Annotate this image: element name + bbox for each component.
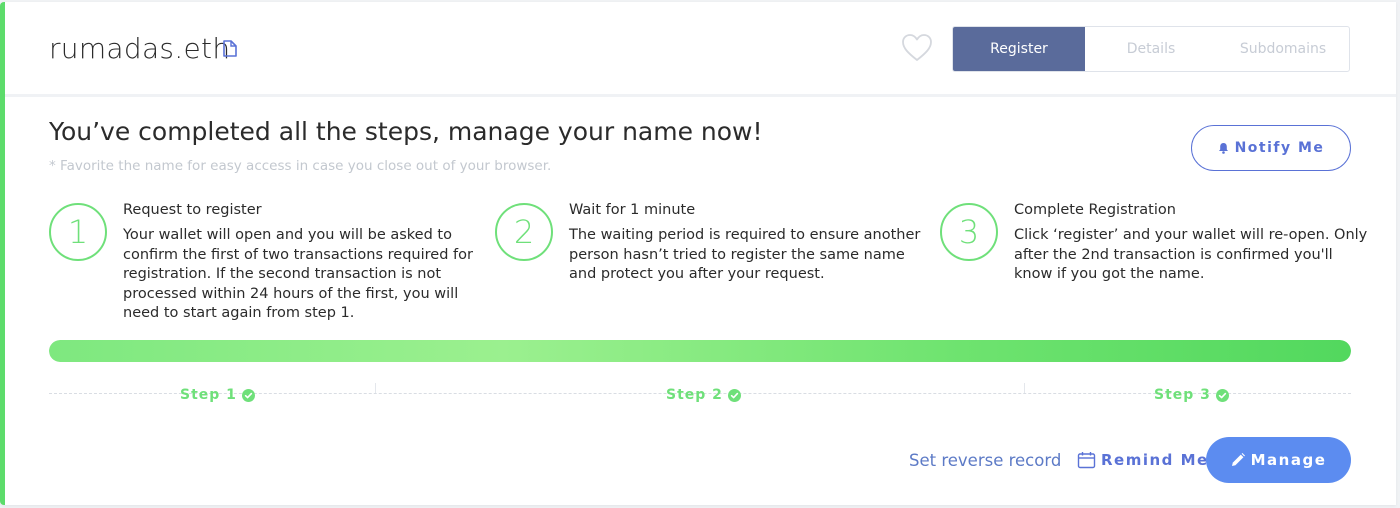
step-1-line: Your wallet will open and you will be as… xyxy=(123,227,452,243)
register-card: rumadas.eth Register Details Subdomains … xyxy=(0,2,1396,505)
header: rumadas.eth Register Details Subdomains xyxy=(5,2,1396,97)
tab-details[interactable]: Details xyxy=(1085,27,1217,71)
step-3-status: Step 3 xyxy=(1154,387,1229,403)
step-2-number-circle: 2 xyxy=(495,203,553,261)
step-2-label: Step 2 xyxy=(666,387,723,403)
step-3-line: after the 2nd transaction is confirmed y… xyxy=(1014,246,1333,263)
progress-fill xyxy=(49,340,1351,362)
registration-progress-bar xyxy=(49,340,1351,362)
manage-button[interactable]: Manage xyxy=(1206,437,1351,483)
step-1-number-circle: 1 xyxy=(49,203,107,261)
tab-register[interactable]: Register xyxy=(953,27,1085,71)
step-3-label: Step 3 xyxy=(1154,387,1211,403)
step-divider-tick xyxy=(375,383,376,393)
step-3-title: Complete Registration xyxy=(1014,202,1176,218)
step-1-label: Step 1 xyxy=(180,387,237,403)
tab-subdomains[interactable]: Subdomains xyxy=(1217,27,1349,71)
step-3-description: Click ‘register’ and your wallet will re… xyxy=(1014,226,1384,285)
step-1-description: Your wallet will open and you will be as… xyxy=(123,226,473,324)
step-3-line: Click ‘register’ and your wallet will re… xyxy=(1014,227,1368,243)
step-1-line: need to start again from step 1. xyxy=(123,305,355,321)
remind-me-button[interactable]: Remind Me xyxy=(1077,451,1209,469)
check-circle-icon xyxy=(727,388,741,402)
step-3-number-circle: 3 xyxy=(940,203,998,261)
step-2-line: person hasn’t tried to register the same… xyxy=(569,246,905,263)
notify-me-label: Notify Me xyxy=(1234,140,1325,156)
step-2-line: The waiting period is required to ensure… xyxy=(569,227,921,243)
remind-me-label: Remind Me xyxy=(1101,451,1209,469)
step-1-line: registration. If the second transaction … xyxy=(123,266,442,282)
step-2-title: Wait for 1 minute xyxy=(569,202,696,218)
step-2-description: The waiting period is required to ensure… xyxy=(569,226,929,285)
check-circle-icon xyxy=(1215,388,1229,402)
check-circle-icon xyxy=(241,388,255,402)
favorite-hint: * Favorite the name for easy access in c… xyxy=(49,158,552,174)
heart-icon[interactable] xyxy=(901,33,933,62)
domain-name: rumadas.eth xyxy=(49,32,231,65)
step-1-status: Step 1 xyxy=(180,387,255,403)
step-1-line: processed within 24 hours of the first, … xyxy=(123,285,459,302)
notify-me-button[interactable]: Notify Me xyxy=(1191,125,1351,171)
copy-icon[interactable] xyxy=(223,40,237,57)
step-1-title: Request to register xyxy=(123,202,262,218)
page-title: You’ve completed all the steps, manage y… xyxy=(49,117,763,146)
manage-label: Manage xyxy=(1250,451,1327,469)
step-divider-tick xyxy=(1024,383,1025,393)
step-3-line: know if you got the name. xyxy=(1014,266,1205,282)
calendar-icon xyxy=(1077,452,1096,469)
pencil-icon xyxy=(1231,453,1245,466)
bell-icon xyxy=(1218,143,1228,154)
tab-bar: Register Details Subdomains xyxy=(952,26,1350,72)
set-reverse-record-link[interactable]: Set reverse record xyxy=(909,451,1061,470)
step-2-status: Step 2 xyxy=(666,387,741,403)
step-1-line: confirm the first of two transactions re… xyxy=(123,246,473,263)
step-2-line: and protect you after your request. xyxy=(569,266,825,282)
